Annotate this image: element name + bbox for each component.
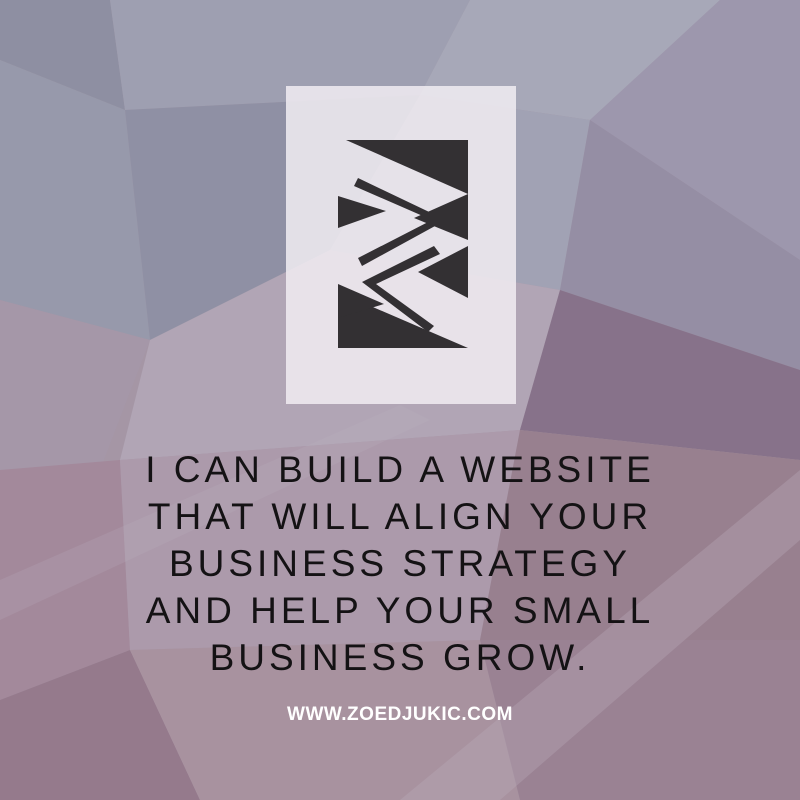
headline-line: BUSINESS GROW. <box>209 637 591 678</box>
website-url: WWW.ZOEDJUKIC.COM <box>287 704 513 725</box>
headline: I CAN BUILD A WEBSITE THAT WILL ALIGN YO… <box>40 446 760 681</box>
headline-line: I CAN BUILD A WEBSITE <box>145 449 655 490</box>
zd-monogram-icon <box>338 140 468 348</box>
poster: I CAN BUILD A WEBSITE THAT WILL ALIGN YO… <box>0 0 800 800</box>
headline-line: AND HELP YOUR SMALL <box>145 590 655 631</box>
headline-line: BUSINESS STRATEGY <box>168 543 632 584</box>
logo-card <box>286 86 516 404</box>
headline-line: THAT WILL ALIGN YOUR <box>147 496 653 537</box>
